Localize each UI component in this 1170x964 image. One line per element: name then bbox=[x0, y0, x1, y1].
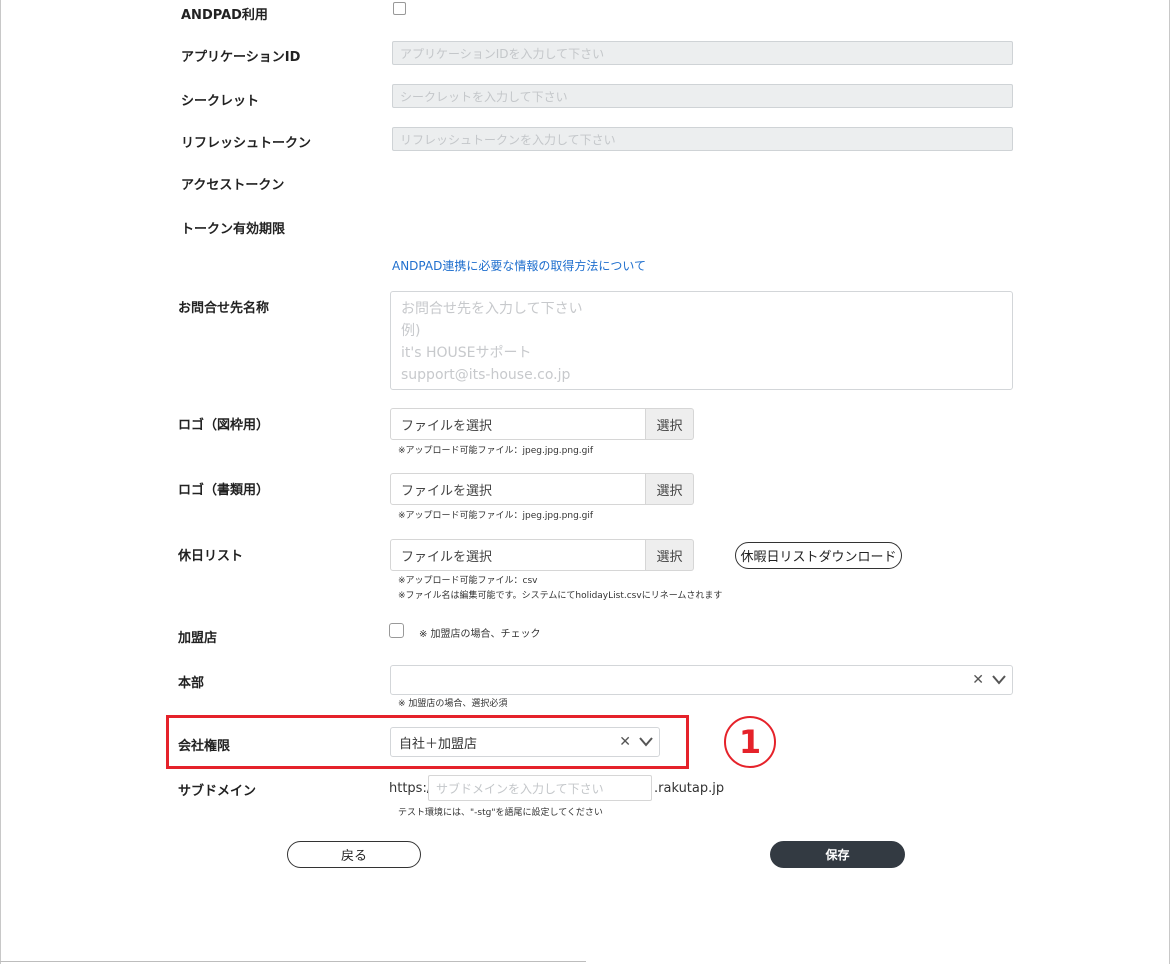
logo-frame-label: ロゴ（図枠用） bbox=[178, 418, 270, 433]
app-id-input[interactable]: アプリケーションIDを入力して下さい bbox=[392, 41, 1013, 65]
andpad-usage-label: ANDPAD利用 bbox=[181, 8, 268, 23]
subdomain-label: サブドメイン bbox=[178, 784, 257, 799]
contact-name-label: お問合せ先名称 bbox=[178, 301, 270, 316]
company-permission-label: 会社権限 bbox=[178, 739, 231, 754]
holiday-list-file-input[interactable]: ファイルを選択 bbox=[390, 539, 646, 571]
logo-frame-file-input[interactable]: ファイルを選択 bbox=[390, 408, 646, 440]
logo-docs-note: ※アップロード可能ファイル：jpeg.jpg.png.gif bbox=[398, 511, 594, 521]
access-token-label: アクセストークン bbox=[181, 178, 285, 193]
chevron-down-icon[interactable] bbox=[992, 675, 1006, 685]
save-button[interactable]: 保存 bbox=[770, 841, 905, 868]
contact-placeholder-line-1: お問合せ先を入力して下さい bbox=[401, 301, 583, 317]
back-button[interactable]: 戻る bbox=[287, 841, 421, 868]
refresh-token-input[interactable]: リフレッシュトークンを入力して下さい bbox=[392, 127, 1013, 151]
subdomain-suffix: .rakutap.jp bbox=[654, 781, 725, 796]
holiday-list-select-button[interactable]: 選択 bbox=[646, 539, 694, 571]
logo-docs-file-input[interactable]: ファイルを選択 bbox=[390, 473, 646, 505]
company-permission-select[interactable]: 自社＋加盟店 ✕ bbox=[390, 727, 660, 757]
company-permission-value: 自社＋加盟店 bbox=[399, 736, 478, 752]
andpad-help-link[interactable]: ANDPAD連携に必要な情報の取得方法について bbox=[392, 257, 646, 274]
franchise-checkbox[interactable] bbox=[389, 623, 404, 638]
logo-frame-note: ※アップロード可能ファイル：jpeg.jpg.png.gif bbox=[398, 446, 594, 456]
headquarters-label: 本部 bbox=[178, 676, 205, 691]
window-frame-bottom bbox=[0, 961, 586, 962]
token-expiry-label: トークン有効期限 bbox=[181, 222, 286, 237]
holiday-list-label: 休日リスト bbox=[178, 549, 244, 564]
logo-docs-select-button[interactable]: 選択 bbox=[646, 473, 694, 505]
contact-placeholder-line-4: support@its-house.co.jp bbox=[401, 367, 571, 383]
holiday-list-note-2: ※ファイル名は編集可能です。システムにてholidayList.csvにリネーム… bbox=[398, 591, 723, 601]
holiday-list-download-button[interactable]: 休暇日リストダウンロード bbox=[735, 542, 902, 569]
subdomain-note: テスト環境には、"-stg"を語尾に設定してください bbox=[398, 808, 603, 818]
logo-frame-select-button[interactable]: 選択 bbox=[646, 408, 694, 440]
refresh-token-label: リフレッシュトークン bbox=[181, 136, 312, 151]
window-frame-left bbox=[0, 0, 1, 964]
logo-docs-label: ロゴ（書類用） bbox=[178, 483, 270, 498]
clear-icon[interactable]: ✕ bbox=[972, 672, 984, 688]
contact-name-textarea[interactable]: お問合せ先を入力して下さい 例) it's HOUSEサポート support@… bbox=[390, 291, 1013, 390]
contact-placeholder-line-3: it's HOUSEサポート bbox=[401, 345, 532, 361]
holiday-list-note-1: ※アップロード可能ファイル：csv bbox=[398, 576, 538, 586]
clear-icon[interactable]: ✕ bbox=[619, 734, 631, 750]
app-id-label: アプリケーションID bbox=[181, 50, 301, 65]
chevron-down-icon[interactable] bbox=[639, 737, 653, 747]
secret-input[interactable]: シークレットを入力して下さい bbox=[392, 84, 1013, 108]
andpad-usage-checkbox[interactable] bbox=[393, 2, 406, 15]
contact-placeholder-line-2: 例) bbox=[401, 323, 421, 339]
headquarters-note: ※ 加盟店の場合、選択必須 bbox=[398, 699, 508, 709]
franchise-label: 加盟店 bbox=[178, 631, 218, 646]
secret-label: シークレット bbox=[181, 94, 260, 109]
annotation-marker-1: 1 bbox=[724, 716, 776, 768]
franchise-note: ※ 加盟店の場合、チェック bbox=[419, 629, 541, 640]
headquarters-select[interactable]: ✕ bbox=[390, 665, 1013, 695]
subdomain-input[interactable]: サブドメインを入力して下さい bbox=[428, 775, 652, 801]
